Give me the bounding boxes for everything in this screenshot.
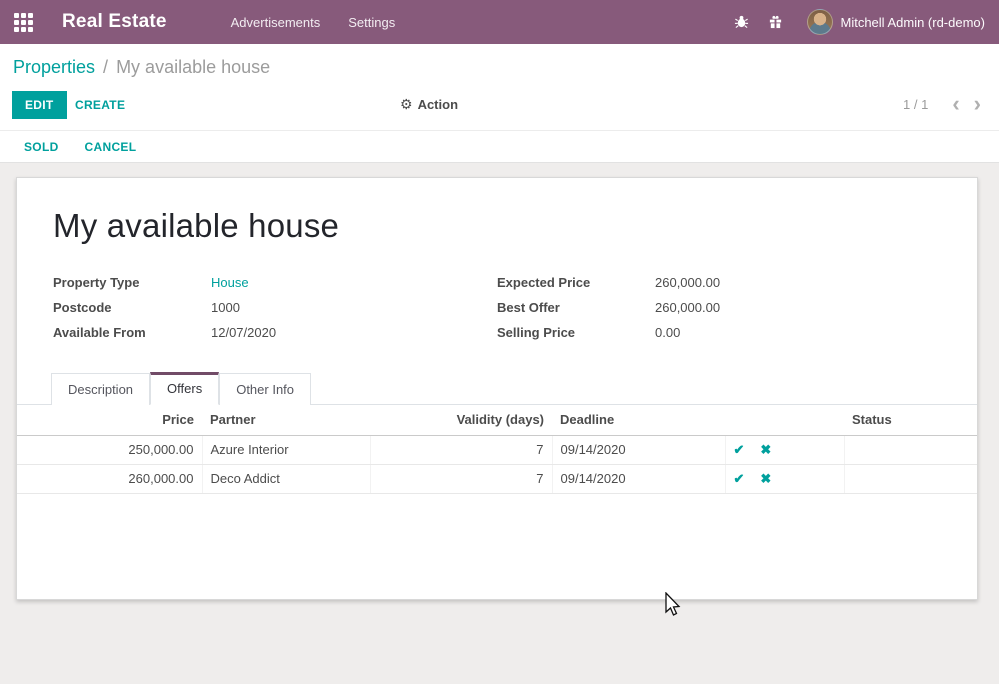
app-title[interactable]: Real Estate bbox=[62, 11, 167, 33]
refuse-offer-icon[interactable]: ✖ bbox=[760, 471, 771, 486]
menu-settings[interactable]: Settings bbox=[338, 9, 405, 36]
tab-description[interactable]: Description bbox=[51, 373, 150, 405]
expected-price-label: Expected Price bbox=[497, 275, 655, 290]
form-sheet: My available house Property Type House P… bbox=[16, 177, 978, 600]
breadcrumb-separator: / bbox=[103, 57, 108, 78]
breadcrumb-current: My available house bbox=[116, 57, 270, 78]
column-header-price[interactable]: Price bbox=[17, 405, 202, 435]
navbar-menus: Advertisements Settings bbox=[221, 9, 406, 36]
action-menu-button[interactable]: ⚙ Action bbox=[400, 96, 458, 113]
user-avatar[interactable] bbox=[807, 9, 833, 35]
column-header-partner[interactable]: Partner bbox=[202, 405, 370, 435]
offer-deadline: 09/14/2020 bbox=[552, 435, 725, 464]
pager-value: 1 / 1 bbox=[903, 97, 928, 112]
notebook-tabs: Description Offers Other Info bbox=[17, 372, 977, 405]
form-statusbar: SOLD CANCEL bbox=[0, 130, 999, 163]
tab-offers[interactable]: Offers bbox=[150, 372, 219, 405]
pager-previous-icon[interactable]: ‹ bbox=[952, 94, 959, 114]
offer-row-deco-addict[interactable]: 260,000.00 Deco Addict 7 09/14/2020 ✔ ✖ bbox=[17, 464, 977, 493]
postcode-value: 1000 bbox=[211, 300, 240, 315]
cancel-button[interactable]: CANCEL bbox=[85, 140, 137, 154]
fields-left-column: Property Type House Postcode 1000 Availa… bbox=[53, 275, 497, 350]
control-panel: EDIT CREATE ⚙ Action 1 / 1 ‹ › bbox=[0, 90, 999, 130]
user-menu[interactable]: Mitchell Admin (rd-demo) bbox=[841, 15, 986, 30]
column-header-validity[interactable]: Validity (days) bbox=[370, 405, 552, 435]
gear-icon: ⚙ bbox=[400, 96, 413, 113]
offers-table: Price Partner Validity (days) Deadline S… bbox=[17, 405, 977, 494]
apps-grid-icon bbox=[14, 13, 33, 32]
menu-advertisements[interactable]: Advertisements bbox=[221, 9, 331, 36]
offer-partner: Azure Interior bbox=[202, 435, 370, 464]
pager: 1 / 1 ‹ › bbox=[903, 94, 981, 114]
accept-offer-icon[interactable]: ✔ bbox=[734, 442, 745, 457]
top-navbar: Real Estate Advertisements Settings bbox=[0, 0, 999, 44]
gift-icon[interactable] bbox=[759, 13, 793, 31]
sold-button[interactable]: SOLD bbox=[24, 140, 59, 154]
expected-price-value: 260,000.00 bbox=[655, 275, 720, 290]
property-type-value[interactable]: House bbox=[211, 275, 249, 290]
column-header-status[interactable]: Status bbox=[844, 405, 977, 435]
offer-deadline: 09/14/2020 bbox=[552, 464, 725, 493]
selling-price-value: 0.00 bbox=[655, 325, 680, 340]
offer-validity: 7 bbox=[370, 435, 552, 464]
available-from-label: Available From bbox=[53, 325, 211, 340]
fields-right-column: Expected Price 260,000.00 Best Offer 260… bbox=[497, 275, 941, 350]
field-grid: Property Type House Postcode 1000 Availa… bbox=[17, 275, 977, 350]
debug-bug-icon[interactable] bbox=[725, 13, 759, 31]
create-button[interactable]: CREATE bbox=[75, 91, 125, 119]
offer-price: 250,000.00 bbox=[17, 435, 202, 464]
column-header-actions bbox=[725, 405, 844, 435]
offer-price: 260,000.00 bbox=[17, 464, 202, 493]
property-type-label: Property Type bbox=[53, 275, 211, 290]
best-offer-value: 260,000.00 bbox=[655, 300, 720, 315]
breadcrumb: Properties / My available house bbox=[0, 44, 999, 90]
selling-price-label: Selling Price bbox=[497, 325, 655, 340]
offers-table-header: Price Partner Validity (days) Deadline S… bbox=[17, 405, 977, 435]
offer-status bbox=[844, 435, 977, 464]
offer-partner: Deco Addict bbox=[202, 464, 370, 493]
refuse-offer-icon[interactable]: ✖ bbox=[760, 442, 771, 457]
offer-row-azure-interior[interactable]: 250,000.00 Azure Interior 7 09/14/2020 ✔… bbox=[17, 435, 977, 464]
property-title: My available house bbox=[53, 207, 977, 245]
accept-offer-icon[interactable]: ✔ bbox=[734, 471, 745, 486]
offer-validity: 7 bbox=[370, 464, 552, 493]
edit-button[interactable]: EDIT bbox=[12, 91, 67, 119]
navbar-right: Mitchell Admin (rd-demo) bbox=[725, 9, 999, 35]
action-label: Action bbox=[418, 97, 458, 112]
offer-status bbox=[844, 464, 977, 493]
postcode-label: Postcode bbox=[53, 300, 211, 315]
apps-menu-button[interactable] bbox=[0, 0, 46, 44]
pager-next-icon[interactable]: › bbox=[974, 94, 981, 114]
available-from-value: 12/07/2020 bbox=[211, 325, 276, 340]
breadcrumb-parent-link[interactable]: Properties bbox=[13, 57, 95, 78]
best-offer-label: Best Offer bbox=[497, 300, 655, 315]
column-header-deadline[interactable]: Deadline bbox=[552, 405, 725, 435]
tab-other-info[interactable]: Other Info bbox=[219, 373, 311, 405]
